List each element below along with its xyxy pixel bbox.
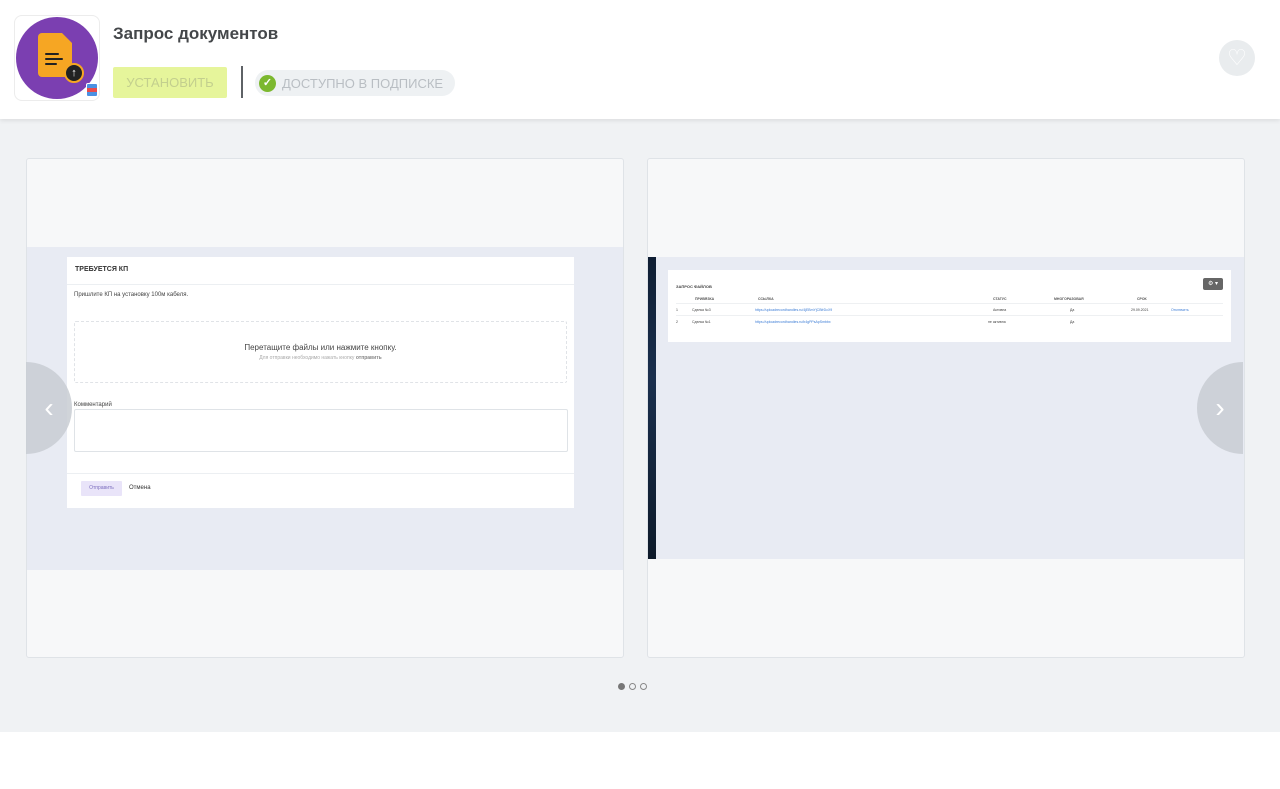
column-header: ССЫЛКА	[758, 297, 774, 301]
drop-zone-title: Перетащите файлы или нажмите кнопку.	[244, 343, 397, 352]
carousel-pagination	[618, 683, 647, 690]
comment-label: Комментарий	[74, 402, 112, 408]
request-text: Пришлите КП на установку 100м кабеля.	[74, 292, 189, 298]
column-header: СРОК	[1137, 297, 1147, 301]
app-icon: ↑	[14, 15, 100, 101]
gear-icon: ⚙ ▾	[1203, 278, 1223, 290]
upload-icon: ↑	[64, 63, 84, 83]
comment-field	[74, 409, 568, 452]
install-button[interactable]: УСТАНОВИТЬ	[113, 67, 227, 98]
table-cell: 29.09.2021	[1131, 308, 1149, 312]
subscription-badge: ✓ ДОСТУПНО В ПОДПИСКЕ	[255, 70, 456, 96]
table-cell: Активна	[993, 308, 1007, 312]
check-icon: ✓	[259, 74, 276, 92]
chevron-right-icon: ›	[1215, 392, 1225, 423]
screenshot-image-2: ЗАПРОС ФАЙЛОВ ⚙ ▾ ПРИВЯЗКА ССЫЛКА СТАТУС…	[648, 257, 1244, 559]
app-icon-circle: ↑	[16, 17, 98, 99]
column-header: СТАТУС	[993, 297, 1007, 301]
request-form: ТРЕБУЕТСЯ КП Пришлите КП на установку 10…	[67, 257, 574, 508]
flag-icon	[86, 83, 98, 97]
screenshot-image-1: ТРЕБУЕТСЯ КП Пришлите КП на установку 10…	[27, 247, 623, 570]
table-cell: Сделка №1	[692, 320, 711, 324]
cancel-button: Отмена	[129, 485, 151, 491]
divider	[67, 473, 574, 474]
column-header: ПРИВЯЗКА	[695, 297, 715, 301]
table-cell: 1	[676, 308, 678, 312]
divider	[67, 284, 574, 285]
screenshot-gallery: ТРЕБУЕТСЯ КП Пришлите КП на установку 10…	[0, 119, 1280, 732]
file-requests-table: ЗАПРОС ФАЙЛОВ ⚙ ▾ ПРИВЯЗКА ССЫЛКА СТАТУС…	[668, 270, 1231, 342]
screenshot-card-2[interactable]: ЗАПРОС ФАЙЛОВ ⚙ ▾ ПРИВЯЗКА ССЫЛКА СТАТУС…	[647, 158, 1245, 658]
divider	[676, 303, 1223, 304]
file-drop-zone: Перетащите файлы или нажмите кнопку. Для…	[74, 321, 567, 383]
table-cell: Да	[1070, 308, 1075, 312]
table-cell: Отключить	[1171, 308, 1189, 312]
column-header: МНОГОРАЗОВАЯ	[1054, 297, 1084, 301]
screenshot-card-1[interactable]: ТРЕБУЕТСЯ КП Пришлите КП на установку 10…	[26, 158, 624, 658]
table-title: ЗАПРОС ФАЙЛОВ	[676, 284, 712, 289]
send-button: Отправить	[81, 481, 122, 496]
table-cell: 2	[676, 320, 678, 324]
carousel-dot[interactable]	[640, 683, 647, 690]
divider	[241, 66, 243, 98]
carousel-dot[interactable]	[629, 683, 636, 690]
chevron-left-icon: ‹	[44, 392, 54, 423]
favorite-button[interactable]: ♡	[1219, 40, 1255, 76]
app-header: ↑ Запрос документов УСТАНОВИТЬ ✓ ДОСТУПН…	[0, 0, 1280, 119]
app-title: Запрос документов	[113, 24, 279, 43]
drop-zone-hint: Для отправки необходимо нажать кнопку от…	[259, 355, 382, 361]
table-cell: не активна	[988, 320, 1006, 324]
table-cell: Да	[1070, 320, 1075, 324]
table-cell: Сделка №3	[692, 308, 711, 312]
carousel-dot[interactable]	[618, 683, 625, 690]
divider	[676, 315, 1223, 316]
heart-icon: ♡	[1227, 45, 1247, 70]
table-cell: https://uploadrecordhandles.ru/4jEBmYjCB…	[755, 308, 833, 312]
table-cell: https://uploadrecordhandles.ru/b4gPPsApS…	[755, 320, 831, 324]
form-title: ТРЕБУЕТСЯ КП	[75, 266, 129, 273]
subscription-label: ДОСТУПНО В ПОДПИСКЕ	[282, 75, 444, 91]
sidebar-strip	[648, 257, 656, 559]
